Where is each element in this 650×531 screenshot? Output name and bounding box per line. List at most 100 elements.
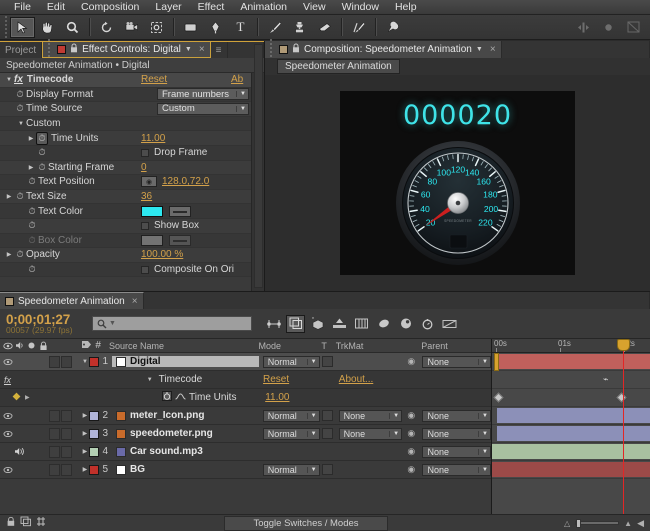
stopwatch-icon[interactable]: ⏱ (14, 249, 26, 260)
expand-triangle-icon[interactable]: ▶ (81, 448, 89, 455)
zoom-in-icon[interactable]: ▲ (624, 519, 632, 528)
track-row-digital[interactable] (492, 353, 650, 371)
chevron-down-icon[interactable]: ▼ (478, 466, 488, 473)
audio-toggle[interactable] (14, 428, 25, 439)
eye-icon[interactable] (2, 464, 13, 475)
property-show-box[interactable]: ⏱ Show Box (0, 218, 251, 234)
position-picker-icon[interactable]: ◉ (141, 176, 157, 188)
effect-row-timecode[interactable]: fx ▼ Timecode Reset About... (0, 371, 491, 389)
eye-toggle[interactable] (2, 446, 13, 457)
solo-toggle[interactable] (26, 446, 37, 457)
layer-switches[interactable] (49, 355, 81, 368)
property-group-custom[interactable]: ▼ Custom (0, 116, 251, 132)
pen-tool-icon[interactable] (203, 17, 228, 38)
stopwatch-icon[interactable]: ⏱ (26, 220, 38, 231)
tab-project[interactable]: Project (0, 42, 43, 58)
time-units-value-cell[interactable]: 11.00 (261, 392, 321, 403)
work-area-start-handle[interactable] (494, 353, 499, 371)
layer-source-name[interactable]: BG (112, 464, 259, 475)
av-switches[interactable] (0, 356, 49, 367)
expand-triangle-icon[interactable]: ▶ (81, 412, 89, 419)
parent-pickwhip-icon[interactable]: ◉ (402, 410, 420, 421)
blend-mode-dropdown[interactable]: Normal ▼ (262, 463, 320, 476)
parent-dropdown[interactable]: None ▼ (422, 463, 491, 476)
lock-toggle[interactable] (38, 464, 49, 475)
lock-icon[interactable] (292, 43, 300, 56)
track-row-speedometer[interactable] (492, 425, 650, 443)
frame-blending-icon[interactable] (352, 315, 371, 333)
effect-controls-panel-menu[interactable]: ≡ (210, 42, 228, 58)
camera-tool-icon[interactable] (119, 17, 144, 38)
keyframe-next-icon[interactable]: ▶ (25, 394, 30, 401)
parent-cell[interactable]: None ▼ (420, 355, 491, 368)
disclosure-triangle-icon[interactable]: ▶ (26, 135, 36, 142)
expand-triangle-icon[interactable]: ▶ (81, 430, 89, 437)
label-color-swatch[interactable] (89, 356, 99, 367)
hide-shy-layers-icon[interactable] (330, 315, 349, 333)
workspace-controls[interactable] (571, 17, 650, 38)
reset-link[interactable]: Reset (263, 374, 289, 385)
chevron-down-icon[interactable]: ▼ (306, 466, 317, 473)
composite-on-original-checkbox[interactable] (141, 265, 149, 274)
menu-item-window[interactable]: Window (334, 0, 387, 15)
eye-icon[interactable] (2, 356, 13, 367)
track-rows[interactable]: ⌁ (492, 353, 650, 514)
keyframe-end[interactable] (616, 392, 627, 403)
roto-brush-tool-icon[interactable] (346, 17, 371, 38)
text-size-value[interactable]: 36 (141, 191, 152, 202)
parent-dropdown[interactable]: None ▼ (422, 445, 491, 458)
tab-grip-icon[interactable] (48, 38, 53, 61)
track-row-time-units[interactable] (492, 389, 650, 407)
property-text-color[interactable]: ⏱ Text Color (0, 204, 251, 219)
keyframe-start[interactable] (493, 392, 504, 403)
shape-tool-icon[interactable] (178, 17, 203, 38)
lock-toggle[interactable] (38, 446, 49, 457)
about-link[interactable]: Ab (231, 74, 243, 85)
stopwatch-icon[interactable]: ⏱ (26, 264, 38, 275)
text-position-value[interactable]: 128.0,72.0 (162, 176, 209, 187)
stopwatch-icon[interactable]: ⏱ (14, 191, 26, 202)
layer-switches[interactable] (49, 445, 81, 458)
tab-timeline-speedometer[interactable]: Speedometer Animation × (0, 292, 144, 309)
workspace-icon[interactable] (621, 17, 646, 38)
menu-item-view[interactable]: View (295, 0, 334, 15)
drop-frame-checkbox[interactable] (141, 148, 149, 157)
solo-toggle[interactable] (26, 464, 37, 475)
effect-label-cell[interactable]: ▼ Timecode (107, 374, 259, 385)
property-display-format[interactable]: ⏱ Display Format Frame numbers ▼ (0, 87, 251, 103)
stopwatch-icon[interactable]: ⏱ (14, 103, 26, 114)
parent-cell[interactable]: None ▼ (420, 463, 491, 476)
toggle-switches-icon[interactable] (3, 516, 18, 530)
chevron-down-icon[interactable]: ▼ (236, 105, 246, 112)
parent-dropdown[interactable]: None ▼ (422, 427, 491, 440)
timeline-zoom-control[interactable]: △ ▲ ◀ (564, 518, 650, 529)
menu-item-effect[interactable]: Effect (190, 0, 233, 15)
parent-cell[interactable]: None ▼ (420, 427, 491, 440)
trkmat-cell[interactable]: None ▼ (335, 427, 403, 440)
expand-triangle-icon[interactable]: ▼ (81, 359, 89, 365)
reset-link[interactable]: Reset (141, 74, 167, 85)
audio-toggle[interactable] (14, 356, 25, 367)
disclosure-triangle-icon[interactable]: ▼ (145, 377, 155, 383)
composition-viewer[interactable]: 000020 40 60 80 100 120 140 160 180 200 … (265, 75, 650, 291)
zoom-tool-icon[interactable] (60, 17, 85, 38)
graph-editor-toggle-icon[interactable] (264, 315, 283, 333)
disclosure-triangle-icon[interactable]: ▶ (4, 193, 14, 200)
track-row-car-sound[interactable] (492, 443, 650, 461)
type-tool-icon[interactable]: T (228, 17, 253, 38)
solo-toggle[interactable] (26, 410, 37, 421)
menu-item-layer[interactable]: Layer (147, 0, 189, 15)
property-drop-frame[interactable]: ⏱ Drop Frame (0, 145, 251, 161)
tab-effect-controls[interactable]: Effect Controls: Digital ▼ × (42, 38, 211, 61)
blend-mode-dropdown[interactable]: Normal ▼ (262, 427, 320, 440)
keyframe-diamond-icon[interactable] (12, 392, 21, 404)
stopwatch-icon[interactable]: ⏱ (26, 206, 38, 217)
chevron-down-icon[interactable]: ▼ (109, 320, 116, 327)
blend-mode-cell[interactable]: Normal ▼ (259, 409, 320, 422)
lock-toggle[interactable] (38, 428, 49, 439)
expand-triangle-icon[interactable]: ▶ (81, 466, 89, 473)
solo-toggle[interactable] (26, 428, 37, 439)
parent-pickwhip-icon[interactable]: ◉ (402, 428, 420, 439)
composition-flowchart-icon[interactable] (286, 314, 305, 333)
puppet-pin-tool-icon[interactable] (380, 17, 405, 38)
